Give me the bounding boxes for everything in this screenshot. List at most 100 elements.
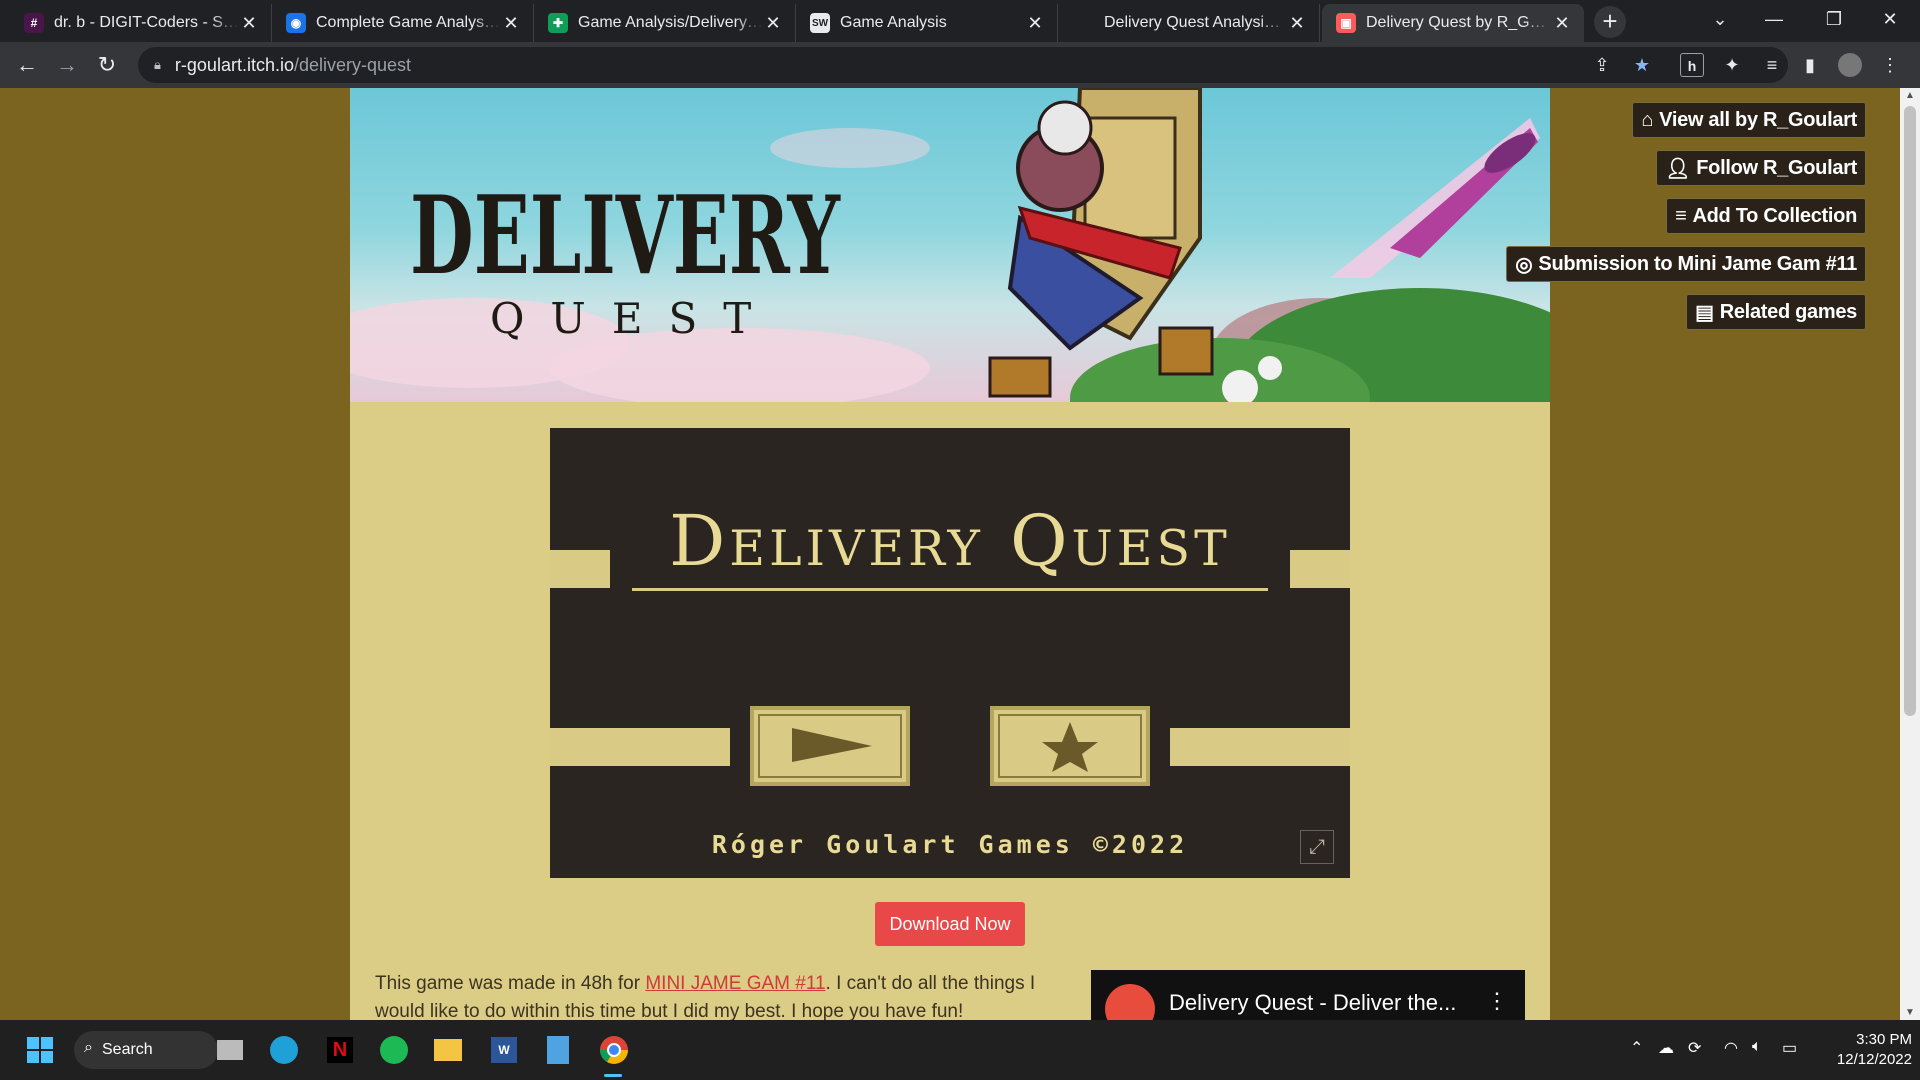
chrome-menu-icon[interactable]: ⋮ — [1878, 53, 1902, 77]
view-all-button[interactable]: ⌂ View all by R_Goulart — [1632, 102, 1866, 138]
lock-icon: 🔒︎ — [154, 57, 161, 72]
spotify-icon[interactable] — [376, 1032, 412, 1068]
view-all-label: View all by R_Goulart — [1659, 108, 1857, 131]
clock-time: 3:30 PM — [1856, 1031, 1912, 1048]
video-title[interactable]: Delivery Quest - Deliver the... — [1169, 990, 1456, 1016]
taskbar-search[interactable]: ⌕ Search — [74, 1031, 218, 1069]
slack-icon: # — [24, 13, 44, 33]
browser-toolbar: ← → ↻ 🔒︎ r-goulart.itch.io /delivery-que… — [0, 42, 1920, 88]
media-queue-icon[interactable]: ≡ — [1760, 53, 1784, 77]
game-page-column: DELIVERY QUEST Delivery Quest Róger Goul… — [350, 88, 1550, 1020]
search-icon: ⌕ — [84, 1039, 93, 1056]
game-star-button[interactable] — [990, 706, 1150, 786]
mini-jame-gam-link[interactable]: MINI JAME GAM #11 — [645, 973, 825, 994]
close-tab-icon[interactable]: ✕ — [1025, 13, 1045, 34]
battery-icon[interactable]: ▭ — [1782, 1038, 1797, 1058]
close-tab-icon[interactable]: ✕ — [1552, 13, 1572, 34]
new-tab-button[interactable]: + — [1594, 6, 1626, 38]
game-credit-text: Róger Goulart Games ©2022 — [711, 830, 1189, 859]
store-icon: ⌂ — [1641, 108, 1654, 131]
award-icon: ◎ — [1515, 253, 1533, 276]
address-bar[interactable]: 🔒︎ r-goulart.itch.io /delivery-quest — [138, 47, 1788, 83]
close-tab-icon[interactable]: ✕ — [239, 13, 259, 34]
chrome-taskbar-icon[interactable] — [596, 1032, 632, 1068]
video-menu-icon[interactable]: ⋮ — [1486, 988, 1508, 1014]
address-path: /delivery-quest — [293, 54, 412, 75]
star-icon — [1042, 722, 1098, 772]
menu-bar-left — [550, 728, 730, 766]
netflix-icon[interactable]: N — [322, 1032, 358, 1068]
notepad-icon[interactable] — [540, 1032, 576, 1068]
wifi-icon[interactable]: ◠ — [1724, 1038, 1738, 1058]
jam-submission-button[interactable]: ◎ Submission to Mini Jame Gam #11 — [1506, 246, 1866, 282]
related-label: Related games — [1719, 300, 1858, 323]
page-viewport: DELIVERY QUEST Delivery Quest Róger Goul… — [0, 88, 1900, 1020]
tab-slack[interactable]: # dr. b - DIGIT-Coders - Slack ✕ — [10, 4, 272, 42]
channel-avatar[interactable] — [1105, 984, 1155, 1020]
document-icon: ◉ — [286, 13, 306, 33]
sheets-icon: ✚ — [548, 13, 568, 33]
game-embed[interactable]: Delivery Quest Róger Goulart Games ©2022… — [550, 428, 1350, 878]
game-play-button[interactable] — [750, 706, 910, 786]
scroll-up-arrow[interactable]: ▲ — [1900, 90, 1920, 101]
reload-icon[interactable]: ↻ — [92, 50, 122, 80]
extension-h-icon[interactable]: h — [1680, 53, 1704, 77]
tab-title: Game Analysis — [840, 14, 947, 31]
scroll-down-arrow[interactable]: ▼ — [1900, 1007, 1920, 1018]
youtube-embed[interactable]: Delivery Quest - Deliver the... ⋮ — [1091, 970, 1525, 1020]
close-tab-icon[interactable]: ✕ — [1287, 13, 1307, 34]
tab-search-chevron-icon[interactable]: ⌄ — [1692, 0, 1748, 40]
restore-button[interactable]: ❐ — [1806, 0, 1862, 40]
volume-icon[interactable]: 🔈︎ — [1752, 1038, 1762, 1056]
tab-game-analysis[interactable]: SW Game Analysis ✕ — [796, 4, 1058, 42]
minimize-button[interactable]: — — [1746, 0, 1802, 40]
game-title: Delivery Quest — [669, 500, 1231, 582]
forward-arrow-icon[interactable]: → — [52, 50, 82, 80]
word-icon[interactable]: W — [486, 1032, 522, 1068]
follow-button[interactable]: 👤︎ Follow R_Goulart — [1656, 150, 1866, 186]
itch-action-buttons: ⌂ View all by R_Goulart 👤︎ Follow R_Goular… — [1506, 102, 1866, 330]
play-flag-icon — [792, 728, 872, 762]
extensions-puzzle-icon[interactable]: ✦ — [1720, 53, 1744, 77]
map-icon: ▤ — [1695, 301, 1714, 324]
onedrive-cloud-icon[interactable]: ☁ — [1658, 1038, 1674, 1058]
share-icon[interactable]: ⇪ — [1590, 53, 1614, 77]
title-underline — [632, 588, 1268, 591]
back-arrow-icon[interactable]: ← — [12, 50, 42, 80]
close-tab-icon[interactable]: ✕ — [501, 13, 521, 34]
game-description: This game was made in 48h for MINI JAME … — [375, 970, 1075, 1020]
add-to-collection-button[interactable]: ≡ Add To Collection — [1666, 198, 1866, 234]
scrollbar-thumb[interactable] — [1904, 106, 1916, 716]
close-tab-icon[interactable]: ✕ — [763, 13, 783, 34]
side-panel-icon[interactable]: ▮ — [1798, 53, 1822, 77]
file-explorer-icon[interactable] — [430, 1032, 466, 1068]
tray-overflow-chevron-icon[interactable]: ⌃ — [1630, 1038, 1643, 1058]
windows-start-icon[interactable] — [22, 1032, 58, 1068]
svg-text:DELIVERY: DELIVERY — [410, 173, 841, 299]
task-view-icon[interactable] — [212, 1032, 248, 1068]
itch-icon: ▣ — [1336, 13, 1356, 33]
download-now-button[interactable]: Download Now — [875, 902, 1025, 946]
sync-icon[interactable]: ⟳ — [1688, 1038, 1701, 1058]
address-host: r-goulart.itch.io — [174, 54, 294, 75]
page-scrollbar[interactable]: ▲ ▼ — [1900, 88, 1920, 1020]
description-text: This game was made in 48h for — [375, 973, 646, 994]
tab-itch-active[interactable]: ▣ Delivery Quest by R_Goulart ✕ — [1322, 4, 1584, 42]
submission-label: Submission to Mini Jame Gam #11 — [1538, 252, 1857, 275]
close-window-button[interactable]: ✕ — [1862, 0, 1918, 40]
add-user-icon: 👤︎ — [1665, 157, 1691, 180]
edge-icon[interactable] — [266, 1032, 302, 1068]
system-clock[interactable]: 3:30 PM 12/12/2022 — [1812, 1030, 1912, 1070]
profile-avatar[interactable] — [1838, 53, 1862, 77]
tab-game-analysis-report[interactable]: ◉ Complete Game Analysis Report ✕ — [272, 4, 534, 42]
tab-title: Delivery Quest Analysis • Docs — [1104, 14, 1287, 31]
playlist-add-icon: ≡ — [1675, 204, 1687, 227]
game-banner: DELIVERY QUEST — [350, 88, 1550, 402]
tab-sheet[interactable]: ✚ Game Analysis/Delivery Quest ✕ — [534, 4, 796, 42]
fullscreen-icon[interactable]: ⤢ — [1300, 830, 1334, 864]
clock-date: 12/12/2022 — [1836, 1051, 1912, 1068]
bookmark-star-icon[interactable]: ★ — [1630, 53, 1654, 77]
follow-label: Follow R_Goulart — [1696, 156, 1857, 179]
tab-docs[interactable]: Delivery Quest Analysis • Docs ✕ — [1058, 4, 1320, 42]
related-games-button[interactable]: ▤ Related games — [1686, 294, 1866, 330]
